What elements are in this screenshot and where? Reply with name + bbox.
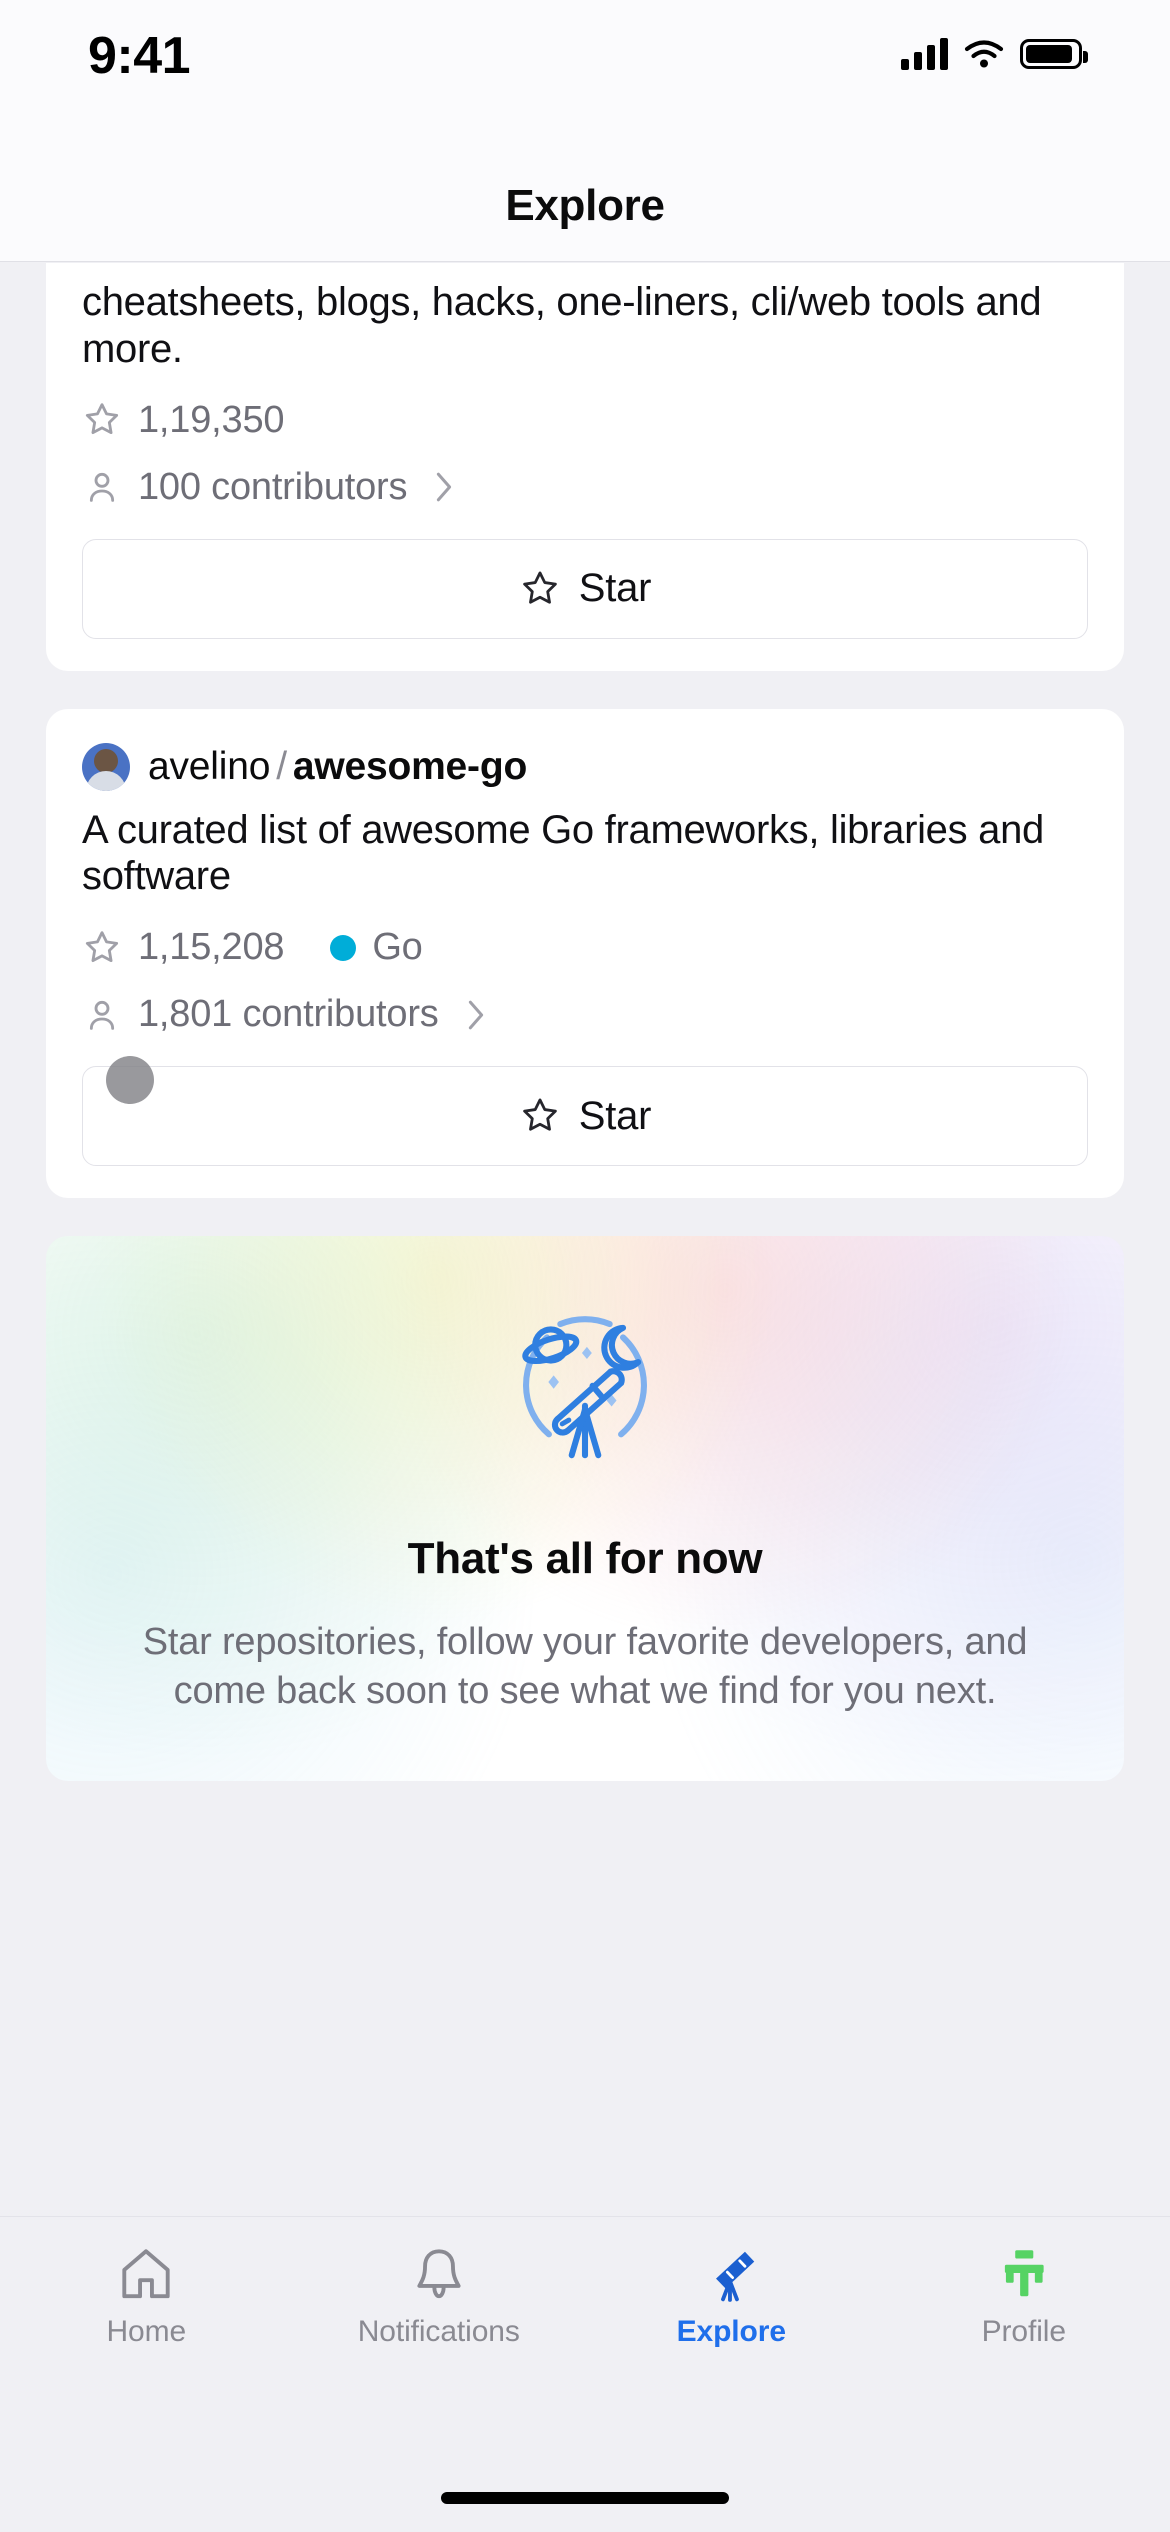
tab-profile-label: Profile	[981, 2315, 1066, 2348]
empty-state-subtitle: Star repositories, follow your favorite …	[142, 1621, 1028, 1712]
star-count-label: 1,19,350	[138, 398, 285, 441]
language-color-dot	[330, 934, 357, 961]
star-outline-icon	[522, 571, 557, 604]
repo-card[interactable]: avelino / awesome-go A curated list of awe…	[46, 708, 1124, 1199]
star-count: 1,19,350	[82, 398, 285, 442]
tab-notifications-label: Notifications	[357, 2315, 520, 2348]
status-bar-indicators	[901, 38, 1088, 70]
star-outline-icon	[85, 403, 119, 435]
tab-explore-label: Explore	[676, 2315, 786, 2348]
star-button[interactable]: Star	[82, 538, 1088, 639]
star-button-label: Star	[578, 566, 652, 611]
repo-owner: avelino	[148, 744, 271, 788]
telescope-icon	[716, 2251, 755, 2302]
repo-language: Go	[330, 926, 423, 969]
signal-bars-icon	[901, 38, 948, 70]
star-outline-icon	[85, 930, 119, 962]
avatar	[82, 742, 130, 791]
star-count-label: 1,15,208	[138, 926, 285, 969]
tab-profile[interactable]: Profile	[878, 2243, 1170, 2349]
tab-home[interactable]: Home	[0, 2243, 293, 2349]
star-button-label: Star	[578, 1093, 652, 1138]
tab-bar: Home Notifications Explore Profile	[0, 2216, 1170, 2532]
nav-header: Explore	[0, 150, 1170, 262]
battery-full-icon	[1020, 39, 1088, 69]
telescope-illustration	[98, 1288, 1072, 1478]
chevron-right-icon	[468, 1000, 483, 1030]
star-button[interactable]: Star	[82, 1066, 1088, 1167]
tab-home-label: Home	[106, 2315, 187, 2348]
star-outline-icon	[522, 1098, 557, 1131]
tab-notifications[interactable]: Notifications	[293, 2243, 586, 2349]
person-icon	[89, 473, 115, 502]
page-title: Explore	[505, 180, 665, 230]
status-bar: 9:41	[0, 0, 1170, 150]
phone-screen: 9:41 Explore cheatsheets, blogs, hacks, …	[0, 0, 1170, 2532]
contributors-row[interactable]: 100 contributors	[46, 442, 1124, 509]
repo-separator: /	[276, 744, 287, 788]
bell-icon	[417, 2249, 461, 2299]
contributors-row[interactable]: 1,801 contributors	[46, 969, 1124, 1036]
person-icon	[89, 1000, 115, 1030]
repo-header[interactable]: avelino / awesome-go	[46, 709, 1124, 801]
empty-state-title: That's all for now	[407, 1534, 763, 1584]
star-count: 1,15,208	[82, 926, 285, 969]
home-indicator[interactable]	[441, 2492, 729, 2504]
wifi-icon	[964, 40, 1004, 68]
repo-name: awesome-go	[292, 744, 528, 788]
profile-icon	[1004, 2250, 1044, 2297]
repo-stats-row: 1,15,208 Go	[46, 900, 1124, 969]
repo-stats-row: 1,19,350	[46, 373, 1124, 442]
tab-explore[interactable]: Explore	[585, 2243, 878, 2349]
repo-description: cheatsheets, blogs, hacks, one-liners, c…	[82, 280, 1042, 371]
repo-description: A curated list of awesome Go frameworks,…	[82, 807, 1044, 899]
status-bar-time: 9:41	[88, 27, 191, 85]
home-icon	[122, 2249, 170, 2299]
empty-state-card: That's all for now Star repositories, fo…	[46, 1236, 1124, 1781]
repo-card[interactable]: cheatsheets, blogs, hacks, one-liners, c…	[46, 263, 1124, 671]
repo-full-name[interactable]: avelino / awesome-go	[148, 745, 527, 789]
contributors-label: 1,801 contributors	[138, 993, 439, 1036]
touch-cursor	[106, 1056, 154, 1104]
chevron-right-icon	[437, 472, 452, 502]
scroll-content[interactable]: cheatsheets, blogs, hacks, one-liners, c…	[0, 263, 1170, 2216]
language-label: Go	[372, 926, 423, 969]
contributors-label: 100 contributors	[138, 465, 408, 508]
